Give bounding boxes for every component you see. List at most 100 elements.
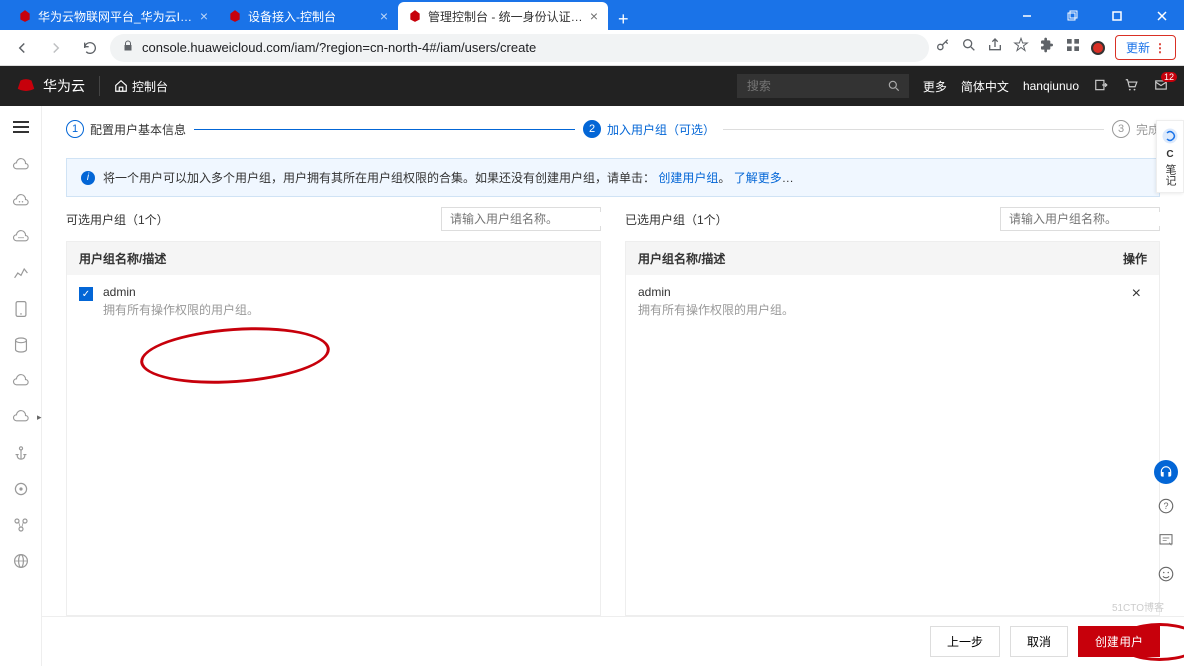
database-icon[interactable] xyxy=(2,329,40,361)
step-1[interactable]: 1 配置用户基本信息 xyxy=(66,120,186,138)
reload-button[interactable] xyxy=(76,34,104,62)
sep: 。 xyxy=(718,171,730,185)
new-tab-button[interactable]: + xyxy=(608,9,639,30)
mail-icon[interactable]: 12 xyxy=(1153,78,1169,95)
panel-title: 已选用户组（1个） xyxy=(625,211,728,228)
forward-button[interactable] xyxy=(42,34,70,62)
header-search-input[interactable] xyxy=(737,74,887,98)
step-line xyxy=(723,129,1104,130)
cart-icon[interactable] xyxy=(1123,78,1139,95)
group-search-input[interactable] xyxy=(450,212,605,226)
globe-icon[interactable] xyxy=(2,545,40,577)
col-header: 用户组名称/描述 xyxy=(638,250,1123,267)
user-link[interactable]: hanqiunuo xyxy=(1023,79,1079,93)
menu-toggle-icon[interactable] xyxy=(7,114,35,145)
group-table: 用户组名称/描述 操作 admin 拥有所有操作权限的用户组。 × xyxy=(625,241,1160,616)
close-icon[interactable]: × xyxy=(590,8,598,24)
banner-text: 将一个用户可以加入多个用户组，用户拥有其所在用户组权限的合集。如果还没有创建用户… xyxy=(103,169,794,186)
minimize-button[interactable] xyxy=(1004,2,1049,30)
table-header: 用户组名称/描述 操作 xyxy=(626,242,1159,275)
step-3[interactable]: 3完成 xyxy=(1112,120,1160,138)
group-table: 用户组名称/描述 ✓ admin 拥有所有操作权限的用户组。 xyxy=(66,241,601,616)
more-link[interactable]: 更多 xyxy=(923,78,947,95)
col-header: 用户组名称/描述 xyxy=(79,250,588,267)
enter-icon[interactable] xyxy=(1093,78,1109,95)
close-icon[interactable]: × xyxy=(380,8,388,24)
prev-button[interactable]: 上一步 xyxy=(930,626,1000,657)
cloud-icon[interactable] xyxy=(2,149,40,181)
browser-tab[interactable]: 设备接入-控制台 × xyxy=(218,2,398,30)
share-icon[interactable] xyxy=(987,37,1003,58)
checkbox-checked-icon[interactable]: ✓ xyxy=(79,287,93,301)
close-icon[interactable]: × xyxy=(200,8,208,24)
group-row[interactable]: ✓ admin 拥有所有操作权限的用户组。 xyxy=(67,275,600,328)
row-content: admin 拥有所有操作权限的用户组。 xyxy=(103,285,588,318)
step-num-icon: 1 xyxy=(66,120,84,138)
target-icon[interactable] xyxy=(2,473,40,505)
browser-tab[interactable]: 华为云物联网平台_华为云IoT平台 × xyxy=(8,2,218,30)
maximize-button[interactable] xyxy=(1094,2,1139,30)
group-search[interactable] xyxy=(1000,207,1160,231)
huawei-favicon-icon xyxy=(228,9,242,23)
lock-icon xyxy=(122,40,134,55)
tab-title: 设备接入-控制台 xyxy=(248,8,374,25)
step-2[interactable]: 2加入用户组（可选） xyxy=(583,120,715,138)
feedback-icon[interactable] xyxy=(1154,528,1178,552)
selected-groups-panel: 已选用户组（1个） 用户组名称/描述 操作 admin 拥有所有操作权限 xyxy=(625,207,1160,616)
note-widget[interactable]: C 笔记 xyxy=(1156,120,1184,193)
remove-button[interactable]: × xyxy=(1126,285,1147,303)
note-c: C xyxy=(1166,149,1173,160)
step-label: 配置用户基本信息 xyxy=(90,121,186,138)
divider xyxy=(99,76,100,96)
headset-icon[interactable] xyxy=(1154,460,1178,484)
step-line xyxy=(194,129,575,130)
star-icon[interactable] xyxy=(1013,37,1029,58)
device-icon[interactable] xyxy=(2,293,40,325)
header-search[interactable] xyxy=(737,74,909,98)
tab-title: 华为云物联网平台_华为云IoT平台 xyxy=(38,8,194,25)
group-desc: 拥有所有操作权限的用户组。 xyxy=(103,301,588,318)
cancel-button[interactable]: 取消 xyxy=(1010,626,1068,657)
table-header: 用户组名称/描述 xyxy=(67,242,600,275)
brand-logo[interactable]: 华为云 xyxy=(15,76,85,96)
key-icon[interactable] xyxy=(935,37,951,58)
smile-icon[interactable] xyxy=(1154,562,1178,586)
record-icon[interactable] xyxy=(1091,41,1105,55)
banner-message: 将一个用户可以加入多个用户组，用户拥有其所在用户组权限的合集。如果还没有创建用户… xyxy=(103,171,655,185)
console-label: 控制台 xyxy=(132,78,168,95)
create-user-button[interactable]: 创建用户 xyxy=(1078,626,1160,657)
create-group-link[interactable]: 创建用户组 xyxy=(658,171,718,185)
restore-button[interactable] xyxy=(1049,2,1094,30)
huawei-favicon-icon xyxy=(18,9,32,23)
browser-tab-active[interactable]: 管理控制台 - 统一身份认证服务 × xyxy=(398,2,608,30)
url-field[interactable]: console.huaweicloud.com/iam/?region=cn-n… xyxy=(110,34,929,62)
grid-icon[interactable] xyxy=(1065,37,1081,58)
wizard-footer: 上一步 取消 创建用户 xyxy=(42,616,1184,666)
group-search-input[interactable] xyxy=(1009,212,1164,226)
puzzle-icon[interactable] xyxy=(1039,37,1055,58)
float-tools: ? xyxy=(1154,460,1178,586)
cloud-line-icon[interactable] xyxy=(2,221,40,253)
search-icon[interactable] xyxy=(887,79,901,93)
lang-link[interactable]: 简体中文 xyxy=(961,78,1009,95)
chart-icon[interactable] xyxy=(2,257,40,289)
brand-text: 华为云 xyxy=(43,76,85,96)
wizard-stepper: 1 配置用户基本信息 2加入用户组（可选） 3完成 xyxy=(42,106,1184,148)
cloud-dot-icon[interactable] xyxy=(2,185,40,217)
help-icon[interactable]: ? xyxy=(1154,494,1178,518)
group-search[interactable] xyxy=(441,207,601,231)
home-icon xyxy=(114,79,128,93)
note-label: 笔记 xyxy=(1162,164,1178,186)
back-button[interactable] xyxy=(8,34,36,62)
close-window-button[interactable] xyxy=(1139,2,1184,30)
info-icon: i xyxy=(81,171,95,185)
cloud2-icon[interactable] xyxy=(2,365,40,397)
search-icon[interactable] xyxy=(961,37,977,58)
console-link[interactable]: 控制台 xyxy=(114,78,168,95)
nodes-icon[interactable] xyxy=(2,509,40,541)
menu-dots-icon: ⋮ xyxy=(1154,41,1165,55)
cloud3-icon[interactable] xyxy=(2,401,40,433)
learn-more-link[interactable]: 了解更多 xyxy=(734,171,782,185)
anchor-icon[interactable] xyxy=(2,437,40,469)
update-button[interactable]: 更新⋮ xyxy=(1115,35,1176,60)
